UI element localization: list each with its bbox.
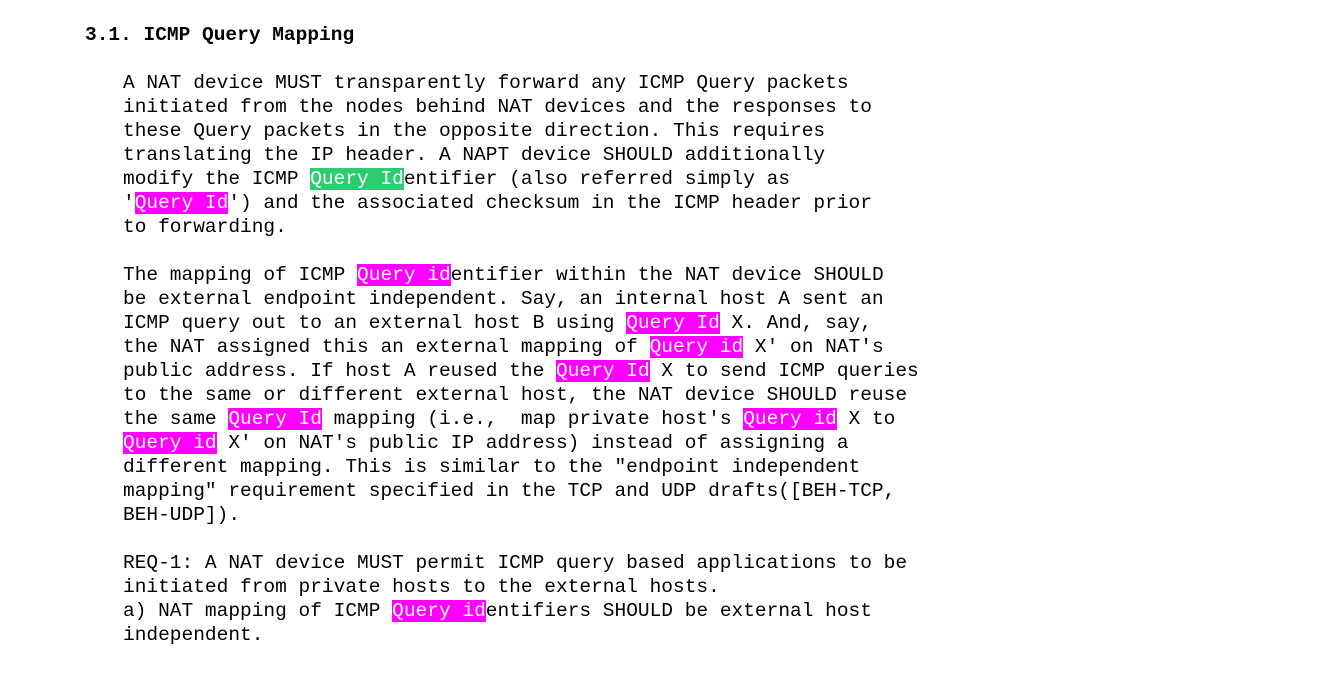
text-line: A NAT device MUST transparently forward …	[123, 71, 919, 95]
search-highlight: Query Id	[228, 408, 322, 430]
text-line: to the same or different external host, …	[123, 383, 919, 407]
text-segment: BEH-UDP]).	[123, 504, 241, 526]
text-segment: be external endpoint independent. Say, a…	[123, 288, 884, 310]
text-segment: independent.	[123, 624, 264, 646]
text-line: initiated from private hosts to the exte…	[123, 575, 919, 599]
text-segment: the same	[123, 408, 229, 430]
document-body: A NAT device MUST transparently forward …	[123, 71, 919, 647]
search-highlight: Query id	[123, 432, 217, 454]
text-segment: '	[123, 192, 135, 214]
text-line: public address. If host A reused the Que…	[123, 359, 919, 383]
text-line: translating the IP header. A NAPT device…	[123, 143, 919, 167]
text-line: different mapping. This is similar to th…	[123, 455, 919, 479]
text-segment: The mapping of ICMP	[123, 264, 358, 286]
text-line: be external endpoint independent. Say, a…	[123, 287, 919, 311]
text-line: ICMP query out to an external host B usi…	[123, 311, 919, 335]
text-segment: a) NAT mapping of ICMP	[123, 600, 393, 622]
text-segment: mapping (i.e., map private host's	[321, 408, 744, 430]
text-segment: X' on NAT's public IP address) instead o…	[216, 432, 849, 454]
search-highlight: Query id	[357, 264, 451, 286]
text-segment: ') and the associated checksum in the IC…	[228, 192, 872, 214]
text-segment: public address. If host A reused the	[123, 360, 556, 382]
text-line: The mapping of ICMP Query identifier wit…	[123, 263, 919, 287]
text-line: initiated from the nodes behind NAT devi…	[123, 95, 919, 119]
text-line: Query id X' on NAT's public IP address) …	[123, 431, 919, 455]
text-line: a) NAT mapping of ICMP Query identifiers…	[123, 599, 919, 623]
text-line: 'Query Id') and the associated checksum …	[123, 191, 919, 215]
text-segment: to the same or different external host, …	[123, 384, 908, 406]
text-segment: REQ-1: A NAT device MUST permit ICMP que…	[123, 552, 908, 574]
text-segment: to forwarding.	[123, 216, 287, 238]
section-heading: 3.1. ICMP Query Mapping	[85, 24, 355, 46]
text-line: the NAT assigned this an external mappin…	[123, 335, 919, 359]
text-segment: A NAT device MUST transparently forward …	[123, 72, 849, 94]
text-line: independent.	[123, 623, 919, 647]
text-line: modify the ICMP Query Identifier (also r…	[123, 167, 919, 191]
text-segment: entifier (also referred simply as	[403, 168, 791, 190]
text-segment: X to send ICMP queries	[649, 360, 919, 382]
text-segment: X' on NAT's	[743, 336, 884, 358]
text-segment: entifier within the NAT device SHOULD	[450, 264, 884, 286]
text-segment: translating the IP header. A NAPT device…	[123, 144, 826, 166]
text-line: BEH-UDP]).	[123, 503, 919, 527]
text-segment: different mapping. This is similar to th…	[123, 456, 861, 478]
text-line: REQ-1: A NAT device MUST permit ICMP que…	[123, 551, 919, 575]
search-highlight: Query id	[649, 336, 744, 358]
text-segment: the NAT assigned this an external mappin…	[123, 336, 650, 358]
text-line: these Query packets in the opposite dire…	[123, 119, 919, 143]
text-segment: ICMP query out to an external host B usi…	[123, 312, 627, 334]
text-line: to forwarding.	[123, 215, 919, 239]
text-segment: X. And, say,	[719, 312, 872, 334]
search-highlight: Query Id	[626, 312, 720, 334]
text-segment: X to	[836, 408, 896, 430]
search-highlight: Query id	[743, 408, 837, 430]
text-segment: initiated from the nodes behind NAT devi…	[123, 96, 872, 118]
text-segment: modify the ICMP	[123, 168, 311, 190]
text-line: mapping" requirement specified in the TC…	[123, 479, 919, 503]
current-search-highlight: Query Id	[310, 168, 404, 190]
search-highlight: Query Id	[555, 360, 650, 382]
text-segment: initiated from private hosts to the exte…	[123, 576, 720, 598]
text-segment: entifiers SHOULD be external host	[485, 600, 872, 622]
text-line: the same Query Id mapping (i.e., map pri…	[123, 407, 919, 431]
search-highlight: Query Id	[134, 192, 229, 214]
search-highlight: Query id	[392, 600, 486, 622]
text-segment: mapping" requirement specified in the TC…	[123, 480, 896, 502]
text-segment: these Query packets in the opposite dire…	[123, 120, 826, 142]
